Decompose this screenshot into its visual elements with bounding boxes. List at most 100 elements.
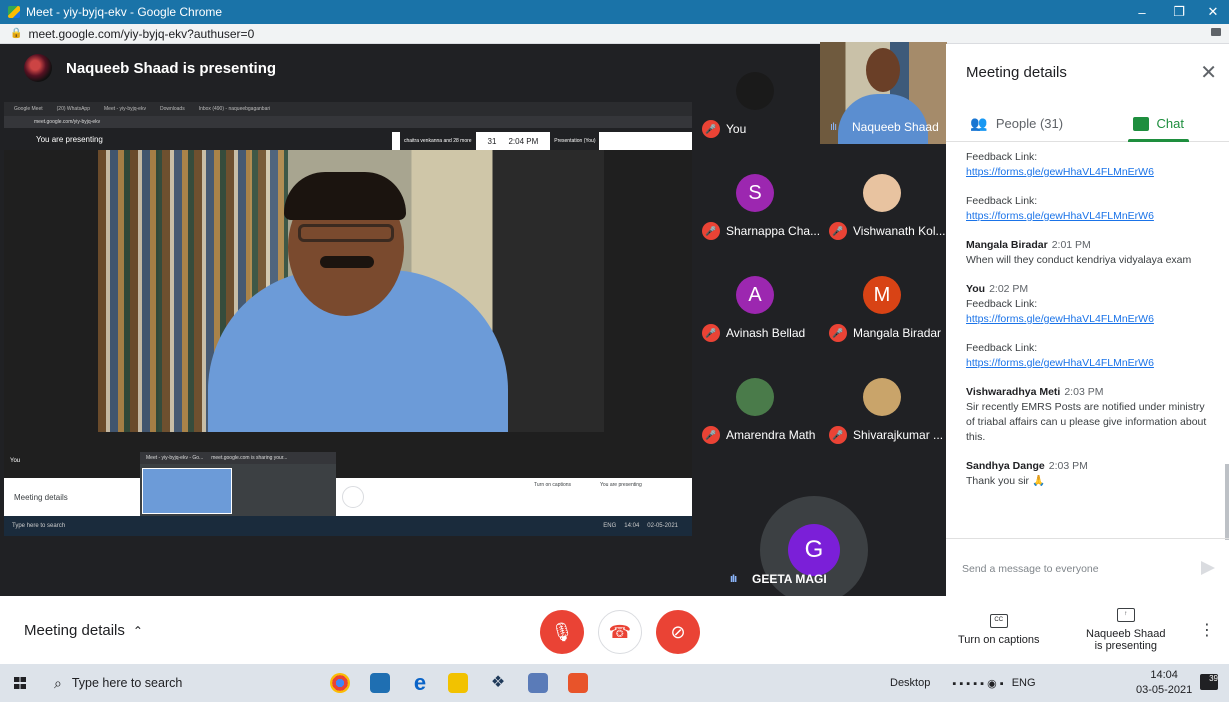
presentation-app-icon[interactable] — [568, 673, 588, 693]
chat-message: Feedback Link: https://forms.gle/gewHhaV… — [966, 194, 1209, 224]
windows-start-icon[interactable] — [14, 677, 26, 689]
active-speaker-label: ıIı GEETA MAGI — [730, 572, 827, 586]
tab-people[interactable]: 👥 People (31) — [946, 106, 1088, 141]
shared-popup-tab: meet.google.com is sharing your... — [211, 455, 288, 461]
close-window-icon[interactable]: ✕ — [1196, 0, 1229, 24]
shared-toolbar-names: chaitra venkanna and 28 more — [400, 132, 476, 150]
message-sender: You — [966, 283, 986, 295]
message-link[interactable]: https://forms.gle/gewHhaVL4FLMnErW6 — [966, 356, 1209, 371]
chevron-up-icon: ⌃ — [132, 623, 143, 638]
chat-message: You 2:02 PM Feedback Link: https://forms.… — [966, 282, 1209, 327]
shared-self-label: You — [10, 458, 21, 464]
send-icon[interactable] — [1201, 561, 1215, 575]
desktop-label[interactable]: Desktop — [890, 677, 930, 689]
url-text[interactable]: meet.google.com/yiy-byjq-ekv?authuser=0 — [28, 27, 254, 41]
shared-toolbar-count: 31 — [487, 136, 497, 146]
participant-tile[interactable]: A 🎤 Avinash Bellad — [692, 246, 819, 348]
message-sender: Vishwaradhya Meti — [966, 386, 1061, 398]
panel-title: Meeting details — [966, 64, 1067, 81]
shared-taskbar-date: 02-05-2021 — [647, 523, 678, 529]
chrome-icon[interactable] — [330, 673, 350, 693]
active-speaker-ring[interactable]: G — [760, 496, 868, 604]
mic-off-icon: 🎤 — [829, 222, 847, 240]
camera-indicator-icon[interactable] — [1211, 28, 1221, 36]
message-link[interactable]: https://forms.gle/gewHhaVL4FLMnErW6 — [966, 209, 1209, 224]
participant-tile[interactable]: 🎤 Amarendra Math — [692, 348, 819, 450]
participant-avatar — [863, 378, 901, 416]
meeting-details-panel: Meeting details ✕ 👥 People (31) Chat Fee… — [946, 44, 1229, 596]
mic-toggle-button[interactable]: 🎙 — [540, 610, 584, 654]
presenting-line1: Naqueeb Shaad — [1086, 628, 1166, 640]
shared-taskbar: Type here to search ENG 14:04 02-05-2021 — [4, 516, 692, 536]
taskbar-search[interactable]: ⌕ Type here to search — [42, 664, 312, 702]
captions-button[interactable]: CC Turn on captions — [958, 614, 1040, 646]
windows-taskbar: ⌕ Type here to search e ❖ Desktop ▪ ▪ ▪ … — [0, 664, 1229, 702]
meeting-details-button[interactable]: Meeting details ⌃ — [24, 622, 143, 639]
document-app-icon[interactable] — [528, 673, 548, 693]
address-bar[interactable]: 🔒 meet.google.com/yiy-byjq-ekv?authuser=… — [0, 24, 1229, 44]
restore-icon[interactable]: ❐ — [1162, 0, 1196, 24]
message-link[interactable]: https://forms.gle/gewHhaVL4FLMnErW6 — [966, 165, 1209, 180]
taskbar-time: 14:04 — [1150, 669, 1178, 681]
file-explorer-icon[interactable] — [448, 673, 468, 693]
participant-grid: 🎤 You ıIı Naqueeb Shaad S 🎤 Sharnappa Ch… — [692, 42, 947, 552]
participant-name: Mangala Biradar — [853, 326, 942, 340]
participant-avatar: M — [863, 276, 901, 314]
participant-video-tile[interactable]: ıIı Naqueeb Shaad — [820, 42, 947, 144]
tab-chat[interactable]: Chat — [1088, 106, 1229, 142]
more-options-icon[interactable]: ⋮ — [1199, 620, 1215, 640]
participant-tile[interactable]: 🎤 You — [692, 42, 819, 144]
shared-tab: Inbox (490) - naqueebgaganbari — [198, 106, 271, 112]
chat-message: Feedback Link: https://forms.gle/gewHhaV… — [966, 341, 1209, 371]
tray-icons[interactable]: ▪ ▪ ▪ ▪ ▪ ◉ ▪ — [952, 677, 1003, 690]
participant-avatar: A — [736, 276, 774, 314]
chat-scrollbar[interactable] — [1225, 464, 1229, 540]
search-icon: ⌕ — [54, 674, 62, 691]
shared-tab: Google Meet — [14, 106, 43, 112]
shared-presenter-video — [98, 150, 604, 432]
edge-icon[interactable]: e — [410, 672, 430, 694]
people-app-icon[interactable] — [370, 673, 390, 693]
chat-message: Sandhya Dange 2:03 PM Thank you sir 🙏 — [966, 459, 1209, 489]
present-icon: ↑ — [1116, 608, 1135, 622]
dropbox-icon[interactable]: ❖ — [488, 673, 508, 693]
shared-popup-tab: Meet - yiy-byjq-ekv - Go... — [146, 455, 204, 461]
shared-taskbar-search: Type here to search — [12, 523, 66, 529]
notifications-icon[interactable]: 39 — [1200, 674, 1218, 690]
taskbar-clock[interactable]: 14:04 03-05-2021 — [1136, 668, 1192, 698]
presenting-button[interactable]: ↑ Naqueeb Shaad is presenting — [1086, 608, 1166, 652]
participant-name: Avinash Bellad — [726, 326, 806, 340]
speaking-icon: ıIı — [830, 121, 837, 133]
tab-chat-label: Chat — [1156, 116, 1184, 131]
participant-avatar — [736, 72, 774, 110]
active-speaker-avatar: G — [788, 524, 840, 576]
shared-camera-button — [342, 486, 364, 508]
camera-toggle-button[interactable]: ⊘ — [656, 610, 700, 654]
taskbar-date: 03-05-2021 — [1136, 684, 1193, 696]
chat-input[interactable]: Send a message to everyone — [962, 563, 1099, 575]
message-link[interactable]: https://forms.gle/gewHhaVL4FLMnErW6 — [966, 312, 1209, 327]
language-label[interactable]: ENG — [1012, 677, 1036, 689]
chat-messages: Feedback Link: https://forms.gle/gewHhaV… — [946, 146, 1229, 538]
participant-tile[interactable]: 🎤 Vishwanath Kol... — [819, 144, 946, 246]
participant-avatar: S — [736, 174, 774, 212]
mic-off-icon: 🎙 — [550, 621, 574, 642]
message-time: 2:01 PM — [1051, 239, 1091, 251]
window-title: Meet - yiy-byjq-ekv - Google Chrome — [26, 5, 223, 19]
leave-call-button[interactable]: ☎ — [598, 610, 642, 654]
message-time: 2:03 PM — [1064, 386, 1104, 398]
window-titlebar: Meet - yiy-byjq-ekv - Google Chrome – ❐ … — [0, 0, 1229, 24]
minimize-icon[interactable]: – — [1125, 0, 1159, 24]
mic-off-icon: 🎤 — [829, 426, 847, 444]
participant-tile[interactable]: M 🎤 Mangala Biradar — [819, 246, 946, 348]
message-sender: Sandhya Dange — [966, 460, 1045, 472]
chat-icon — [1132, 116, 1149, 131]
presenter-moustache — [320, 256, 374, 268]
close-panel-icon[interactable]: ✕ — [1200, 60, 1217, 85]
participant-tile[interactable]: S 🎤 Sharnappa Cha... — [692, 144, 820, 246]
captions-icon: CC — [989, 614, 1008, 628]
shared-meeting-details: Meeting details — [14, 492, 68, 502]
participant-label: 🎤 Vishwanath Kol... — [829, 222, 946, 240]
participant-tile[interactable]: 🎤 Shivarajkumar ... — [819, 348, 946, 450]
participant-avatar — [863, 174, 901, 212]
